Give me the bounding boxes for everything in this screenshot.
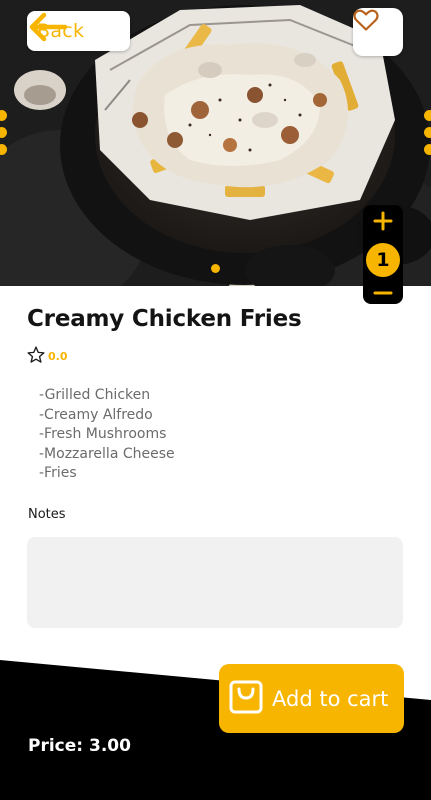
product-rating[interactable]: 0.0 — [27, 346, 68, 367]
ingredient-item: -Mozzarella Cheese — [39, 445, 175, 462]
decorative-dots-left — [0, 110, 7, 155]
add-to-cart-button[interactable]: Add to cart — [219, 664, 404, 733]
notes-label: Notes — [28, 507, 66, 522]
star-outline-icon — [27, 346, 45, 367]
add-to-cart-label: Add to cart — [272, 686, 389, 711]
ingredient-item: -Fries — [39, 465, 77, 482]
product-title: Creamy Chicken Fries — [27, 306, 302, 332]
increase-quantity-button[interactable] — [363, 207, 403, 239]
decorative-dots-right — [424, 110, 431, 155]
rating-value: 0.0 — [48, 350, 68, 363]
ingredient-item: -Creamy Alfredo — [39, 406, 153, 423]
ingredient-list: -Grilled Chicken -Creamy Alfredo -Fresh … — [39, 386, 175, 484]
quantity-stepper: 1 — [363, 205, 403, 304]
ingredient-item: -Fresh Mushrooms — [39, 426, 167, 443]
favorite-button[interactable] — [353, 8, 403, 56]
price-text: Price: 3.00 — [28, 736, 131, 756]
shopping-bag-icon — [229, 680, 263, 718]
decrease-quantity-button[interactable] — [363, 277, 403, 304]
quantity-value: 1 — [366, 243, 400, 277]
notes-field[interactable] — [27, 537, 403, 628]
ingredient-item: -Grilled Chicken — [39, 387, 151, 403]
carousel-indicator[interactable] — [211, 264, 220, 273]
minus-icon — [373, 281, 393, 300]
plus-icon — [373, 211, 393, 235]
back-button[interactable]: Back — [27, 11, 130, 51]
